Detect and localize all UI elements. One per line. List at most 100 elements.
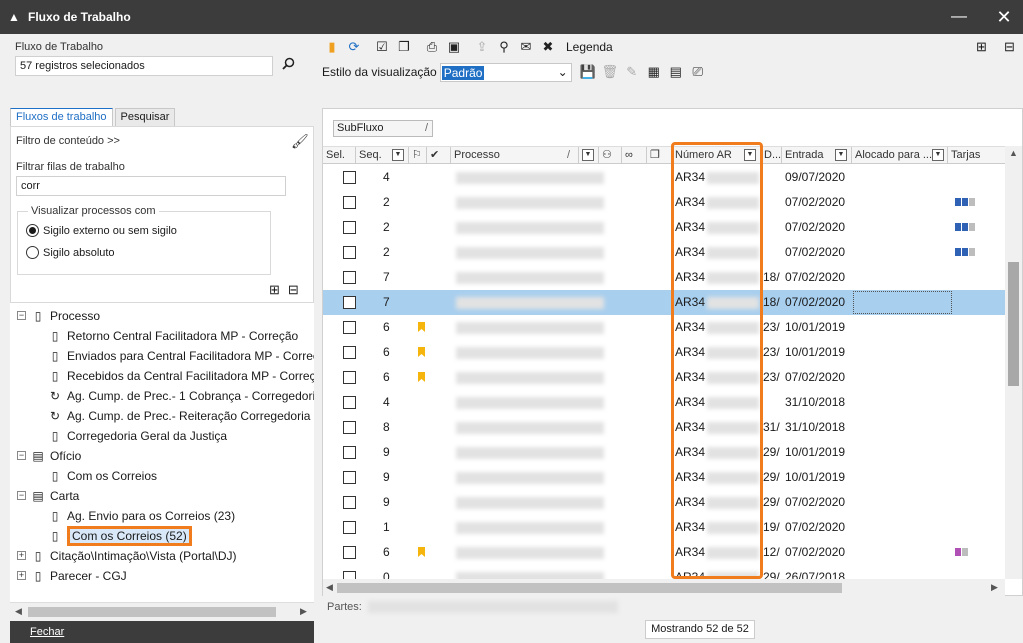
scroll-right-icon[interactable]: ▶ — [991, 582, 998, 593]
table-row[interactable]: 2 AR34 07/02/2020 — [323, 240, 1005, 265]
tree-item[interactable]: ▯ Ag. Envio para os Correios (23) — [48, 506, 235, 526]
table-row[interactable]: 6 AR34 23/10/01/2019 — [323, 315, 1005, 340]
filter-dropdown-icon[interactable]: ▼ — [582, 149, 594, 161]
table-row[interactable]: 0 AR34 29/26/07/2018 — [323, 565, 1005, 579]
scroll-left-icon[interactable]: ◀ — [15, 606, 22, 617]
tree-expand-icon[interactable]: ⊞ — [269, 282, 280, 298]
col-sel[interactable]: Sel. — [323, 147, 356, 164]
screen-export-icon[interactable]: ⎚ — [688, 62, 708, 82]
tree-collapse-icon[interactable]: ⊟ — [288, 282, 299, 298]
col-entrada[interactable]: Entrada ▼ — [782, 147, 852, 164]
col-link[interactable]: ∞ — [622, 147, 647, 164]
tree-item[interactable]: ▯ Corregedoria Geral da Justiça — [48, 426, 227, 446]
collapse-icon[interactable]: − — [17, 491, 26, 500]
col-d[interactable]: D... — [761, 147, 782, 164]
clear-filter-button[interactable]: 🖌 — [291, 133, 309, 150]
edit-icon[interactable]: ✎ — [622, 62, 642, 82]
scroll-right-icon[interactable]: ▶ — [300, 606, 307, 617]
table-row[interactable]: 7 AR34 18/07/02/2020 — [323, 290, 1005, 315]
table-row[interactable]: 2 AR34 07/02/2020 — [323, 215, 1005, 240]
filter-queues-input[interactable]: corr — [16, 176, 286, 196]
col-processo[interactable]: Processo / — [451, 147, 579, 164]
row-checkbox[interactable] — [343, 396, 356, 409]
row-checkbox[interactable] — [343, 521, 356, 534]
col-processo-filter[interactable]: ▼ — [579, 147, 599, 164]
expand-icon[interactable]: + — [17, 551, 26, 560]
minimize-button[interactable]: — — [936, 0, 982, 34]
document-icon[interactable]: ▤ — [666, 62, 686, 82]
row-checkbox[interactable] — [343, 271, 356, 284]
table-row[interactable]: 6 AR34 23/07/02/2020 — [323, 365, 1005, 390]
refresh-icon[interactable]: ⟳ — [344, 37, 364, 57]
scroll-left-icon[interactable]: ◀ — [326, 582, 333, 593]
tree-item[interactable]: − ▤ Ofício — [17, 446, 81, 466]
tree-item[interactable]: ▯ Enviados para Central Facilitadora MP -… — [48, 346, 314, 366]
copy-window-icon[interactable]: ❐ — [394, 37, 414, 57]
check-window-icon[interactable]: ☑ — [372, 37, 392, 57]
table-row[interactable]: 9 AR34 29/07/02/2020 — [323, 490, 1005, 515]
tree-collapse-right-icon[interactable]: ⊟ — [1004, 39, 1015, 55]
remove-comment-icon[interactable]: ✖ — [538, 37, 558, 57]
tree-item[interactable]: ▯ Retorno Central Facilitadora MP - Corre… — [48, 326, 299, 346]
row-checkbox[interactable] — [343, 296, 356, 309]
grid-vertical-scrollbar[interactable]: ▲ — [1005, 146, 1022, 579]
tab-pesquisar[interactable]: Pesquisar — [114, 108, 176, 126]
print-doc-icon[interactable]: ⎙ — [422, 37, 442, 57]
tree-item[interactable]: ↻ Ag. Cump. de Prec.- Reiteração Correged… — [48, 406, 310, 426]
tree-item[interactable]: + ▯ Citação\Intimação\Vista (Portal\DJ) — [17, 546, 237, 566]
chevron-down-icon[interactable]: ⌄ — [558, 65, 568, 79]
tree-item[interactable]: ↻ Ag. Cump. de Prec.- 1 Cobrança - Correg… — [48, 386, 314, 406]
row-checkbox[interactable] — [343, 446, 356, 459]
col-seq[interactable]: Seq. ▼ — [356, 147, 409, 164]
row-checkbox[interactable] — [343, 196, 356, 209]
close-button[interactable]: Fechar — [10, 621, 314, 643]
row-checkbox[interactable] — [343, 246, 356, 259]
table-row[interactable]: 4 AR34 09/07/2020 — [323, 165, 1005, 190]
row-checkbox[interactable] — [343, 496, 356, 509]
fluxo-field[interactable]: 57 registros selecionados — [15, 56, 273, 76]
tree-horizontal-scrollbar[interactable]: ◀ ▶ — [10, 602, 314, 620]
row-checkbox[interactable] — [343, 471, 356, 484]
scroll-thumb[interactable] — [337, 583, 842, 593]
tree-item[interactable]: ▯ Com os Correios — [48, 466, 157, 486]
row-checkbox[interactable] — [343, 221, 356, 234]
export-icon[interactable]: ⇪ — [472, 37, 492, 57]
tree-item[interactable]: ▯ Com os Correios (52) — [48, 526, 192, 546]
excel-export-icon[interactable]: ▦ — [644, 62, 664, 82]
row-checkbox[interactable] — [343, 421, 356, 434]
filter-dropdown-icon[interactable]: ▼ — [392, 149, 404, 161]
scroll-thumb[interactable] — [1008, 262, 1019, 386]
tab-fluxos[interactable]: Fluxos de trabalho — [10, 108, 113, 126]
row-checkbox[interactable] — [343, 346, 356, 359]
table-row[interactable]: 6 AR34 23/10/01/2019 — [323, 340, 1005, 365]
table-row[interactable]: 9 AR34 29/10/01/2019 — [323, 465, 1005, 490]
search-button[interactable] — [278, 56, 298, 76]
delete-icon[interactable]: 🗑 — [600, 62, 620, 82]
filter-content-toggle[interactable]: Filtro de conteúdo >> — [16, 135, 120, 147]
collapse-icon[interactable]: − — [17, 451, 26, 460]
cell-alocado-focused[interactable] — [853, 291, 952, 314]
radio-sigilo-absoluto[interactable]: Sigilo absoluto — [26, 246, 115, 259]
table-row[interactable]: 7 AR34 18/07/02/2020 — [323, 265, 1005, 290]
tree-item[interactable]: ▯ Recebidos da Central Facilitadora MP - … — [48, 366, 314, 386]
row-checkbox[interactable] — [343, 321, 356, 334]
row-checkbox[interactable] — [343, 171, 356, 184]
table-row[interactable]: 2 AR34 07/02/2020 — [323, 190, 1005, 215]
col-tarjas[interactable]: Tarjas — [948, 147, 1005, 164]
collapse-icon[interactable]: − — [17, 311, 26, 320]
col-people[interactable]: ⚇ — [599, 147, 622, 164]
row-checkbox[interactable] — [343, 546, 356, 559]
grid-horizontal-scrollbar[interactable]: ◀ ▶ — [323, 579, 1005, 596]
scroll-thumb[interactable] — [28, 607, 276, 617]
filter-dropdown-icon[interactable]: ▼ — [835, 149, 847, 161]
col-copy[interactable]: ❐ — [647, 147, 672, 164]
radio-button[interactable] — [26, 246, 39, 259]
tree-item[interactable]: + ▯ Parecer - CGJ — [17, 566, 127, 586]
col-check[interactable]: ✔ — [427, 147, 451, 164]
table-row[interactable]: 4 AR34 31/10/2018 — [323, 390, 1005, 415]
table-row[interactable]: 6 AR34 12/07/02/2020 — [323, 540, 1005, 565]
group-by-subfluxo[interactable]: SubFluxo / — [333, 120, 433, 137]
row-checkbox[interactable] — [343, 371, 356, 384]
legend-button[interactable]: Legenda — [566, 40, 613, 54]
style-select[interactable]: Padrão ⌄ — [439, 62, 572, 82]
